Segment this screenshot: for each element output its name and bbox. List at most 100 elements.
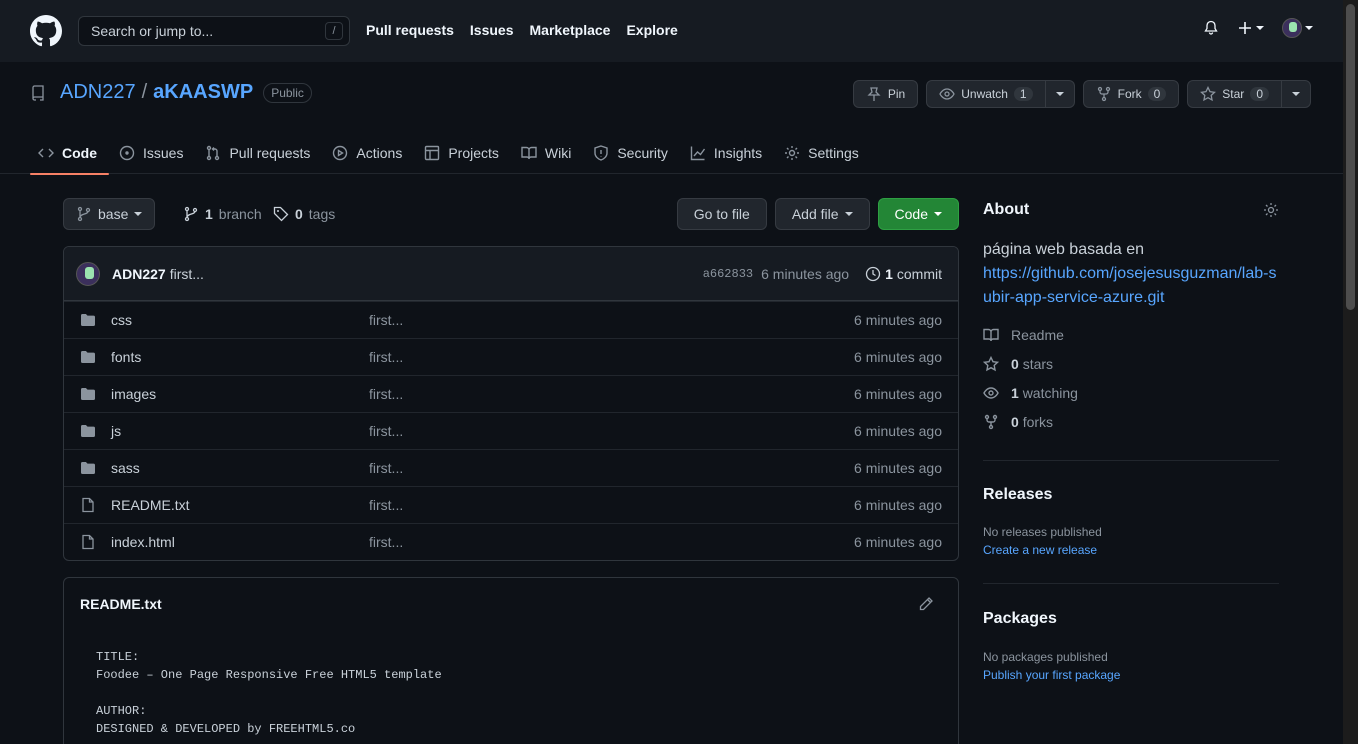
tab-label: Actions (356, 144, 403, 161)
star-dropdown-button[interactable] (1282, 80, 1311, 108)
file-navigation: base 1 branch 0 tags Go to file Add file… (63, 198, 959, 230)
avatar (1282, 18, 1302, 38)
unwatch-button[interactable]: Unwatch 1 (926, 80, 1046, 108)
commit-history-link[interactable]: 1 commit (865, 266, 942, 282)
table-row[interactable]: README.txt first... 6 minutes ago (64, 486, 958, 523)
unwatch-split-button: Unwatch 1 (926, 80, 1075, 108)
commit-meta: a662833 6 minutes ago 1 commit (703, 266, 942, 282)
table-row[interactable]: images first... 6 minutes ago (64, 375, 958, 412)
pin-button[interactable]: Pin (852, 80, 919, 108)
stars-count: 0 (1011, 356, 1019, 372)
file-commit-message[interactable]: first... (369, 497, 403, 513)
file-name[interactable]: images (111, 386, 156, 402)
tab-issues[interactable]: Issues (111, 131, 195, 174)
commit-message[interactable]: first... (170, 266, 204, 282)
table-row[interactable]: fonts first... 6 minutes ago (64, 338, 958, 375)
stars-link[interactable]: 0 stars (983, 356, 1053, 372)
repo-icon (32, 84, 44, 101)
file-name[interactable]: css (111, 312, 132, 328)
nav-issues[interactable]: Issues (470, 22, 514, 38)
branch-select-button[interactable]: base (63, 198, 156, 230)
nav-explore[interactable]: Explore (626, 22, 677, 38)
global-nav: Pull requests Issues Marketplace Explore (366, 22, 678, 38)
file-name[interactable]: README.txt (111, 497, 190, 513)
watchers-link[interactable]: 1 watching (983, 385, 1078, 401)
file-name[interactable]: fonts (111, 349, 141, 365)
tab-actions[interactable]: Actions (324, 131, 414, 174)
global-header: Search or jump to... / Pull requests Iss… (0, 0, 1343, 62)
readme-title[interactable]: README.txt (80, 596, 162, 612)
tags-link[interactable]: 0 tags (273, 206, 335, 222)
website-link[interactable]: https://github.com/josejesusguzman/lab-s… (983, 265, 1276, 306)
star-icon (1200, 86, 1217, 102)
add-file-button[interactable]: Add file (774, 198, 870, 230)
nav-pull-requests[interactable]: Pull requests (366, 22, 454, 38)
table-row[interactable]: sass first... 6 minutes ago (64, 449, 958, 486)
file-commit-message[interactable]: first... (369, 534, 403, 550)
publish-package-link[interactable]: Publish your first package (983, 668, 1120, 682)
table-row[interactable]: css first... 6 minutes ago (64, 301, 958, 338)
repo-title: ADN227 / aKAASWP Public (30, 81, 312, 104)
tab-code[interactable]: Code (30, 131, 109, 175)
table-row[interactable]: index.html first... 6 minutes ago (64, 523, 958, 560)
unwatch-dropdown-button[interactable] (1045, 80, 1075, 108)
file-commit-message[interactable]: first... (369, 349, 403, 365)
create-new-plus-icon[interactable] (1237, 20, 1264, 36)
star-icon (983, 356, 999, 372)
visibility-badge: Public (263, 82, 312, 103)
eye-icon (939, 88, 955, 100)
star-split-button: Star 0 (1187, 80, 1311, 108)
pull-request-icon (207, 145, 220, 160)
file-commit-message[interactable]: first... (369, 423, 403, 439)
commit-sha[interactable]: a662833 (703, 267, 753, 281)
notifications-bell-icon[interactable] (1203, 20, 1219, 36)
branch-count: 1 (205, 206, 213, 222)
file-commit-message[interactable]: first... (369, 460, 403, 476)
commit-author[interactable]: ADN227 (112, 266, 166, 282)
avatar[interactable] (76, 261, 100, 286)
go-to-file-button[interactable]: Go to file (676, 198, 767, 230)
scrollbar-thumb[interactable] (1346, 4, 1355, 310)
tab-security[interactable]: Security (585, 131, 680, 174)
forks-link[interactable]: 0 forks (983, 414, 1053, 430)
user-menu[interactable] (1282, 18, 1313, 38)
releases-heading[interactable]: Releases (983, 486, 1052, 504)
packages-heading[interactable]: Packages (983, 610, 1057, 628)
fork-button[interactable]: Fork 0 (1082, 80, 1180, 108)
table-row[interactable]: js first... 6 minutes ago (64, 412, 958, 449)
tab-insights[interactable]: Insights (682, 131, 774, 174)
file-age: 6 minutes ago (854, 386, 942, 402)
code-button[interactable]: Code (877, 198, 959, 230)
repo-name-link[interactable]: aKAASWP (153, 81, 253, 104)
tab-projects[interactable]: Projects (416, 131, 511, 174)
pencil-icon[interactable] (918, 596, 934, 612)
repo-owner-link[interactable]: ADN227 (60, 81, 136, 104)
tab-label: Projects (448, 144, 499, 161)
commit-time[interactable]: 6 minutes ago (761, 266, 849, 282)
tab-pull-requests[interactable]: Pull requests (197, 131, 322, 174)
tab-settings[interactable]: Settings (776, 131, 871, 174)
fork-icon (984, 414, 998, 430)
file-commit-message[interactable]: first... (369, 312, 403, 328)
page-scrollbar[interactable] (1343, 0, 1358, 744)
branches-link[interactable]: 1 branch (183, 206, 262, 222)
search-input[interactable]: Search or jump to... / (78, 16, 350, 46)
file-name[interactable]: sass (111, 460, 140, 476)
nav-marketplace[interactable]: Marketplace (530, 22, 611, 38)
file-age: 6 minutes ago (854, 312, 942, 328)
gear-icon[interactable] (1263, 202, 1279, 218)
chevron-down-icon (844, 212, 853, 216)
code-icon (38, 148, 54, 157)
file-name[interactable]: js (111, 423, 121, 439)
toolbar-actions: Go to file Add file Code (676, 198, 959, 230)
github-logo-icon[interactable] (30, 15, 62, 47)
star-button[interactable]: Star 0 (1187, 80, 1282, 108)
tab-wiki[interactable]: Wiki (513, 131, 583, 174)
play-icon (333, 145, 348, 160)
file-commit-message[interactable]: first... (369, 386, 403, 402)
readme-link[interactable]: Readme (983, 327, 1064, 343)
create-release-link[interactable]: Create a new release (983, 543, 1097, 557)
watching-count: 1 (1011, 385, 1019, 401)
commit-count: 1 (885, 265, 893, 282)
file-name[interactable]: index.html (111, 534, 175, 550)
